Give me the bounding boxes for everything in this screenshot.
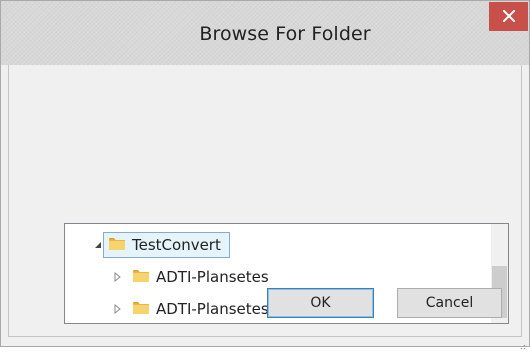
folder-icon xyxy=(108,235,126,255)
browse-for-folder-dialog: Browse For Folder TestConvert ADTI-Plans… xyxy=(0,0,530,350)
selection-highlight[interactable]: TestConvert xyxy=(103,232,230,258)
folder-icon xyxy=(123,267,150,287)
expanded-arrow-icon[interactable] xyxy=(93,240,103,250)
close-button[interactable] xyxy=(489,2,528,31)
resize-grip-icon[interactable] xyxy=(518,335,526,350)
tree-item-label: TestConvert xyxy=(132,236,221,254)
folder-icon xyxy=(123,299,150,319)
ok-button[interactable]: OK xyxy=(267,288,374,318)
tree-item-label: ADTI-Plansetes xyxy=(156,268,269,286)
tree-item-testconvert[interactable]: TestConvert xyxy=(93,231,230,259)
collapsed-arrow-icon[interactable] xyxy=(113,304,123,314)
tree-item-adti-plansetes[interactable]: ADTI-Plansetes xyxy=(113,263,269,291)
cancel-button[interactable]: Cancel xyxy=(397,288,502,318)
collapsed-arrow-icon[interactable] xyxy=(113,272,123,282)
window-title: Browse For Folder xyxy=(199,23,371,45)
close-icon xyxy=(502,7,515,26)
title-bar[interactable]: Browse For Folder xyxy=(1,1,529,65)
